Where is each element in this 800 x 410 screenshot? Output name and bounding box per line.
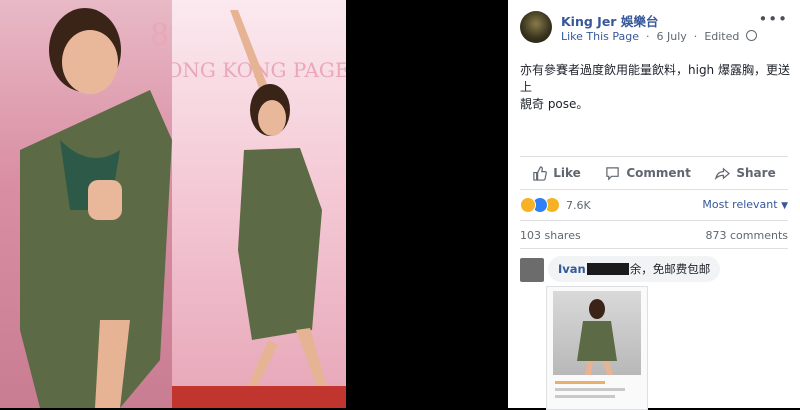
comment-label: Comment (626, 166, 691, 180)
woman-figure-right (230, 10, 330, 400)
like-label: Like (553, 166, 581, 180)
comment-bubble: Ivan 余，免邮费包邮 (548, 256, 721, 282)
post-date[interactable]: 6 July (657, 30, 687, 43)
commenter-avatar[interactable] (520, 258, 544, 282)
photo-black-area (346, 0, 508, 408)
thumbnail-photo (553, 291, 641, 375)
page-name-link[interactable]: King Jer 娛樂台 (561, 11, 658, 30)
comment-text: 余，免邮费包邮 (629, 262, 711, 276)
reaction-summary[interactable]: 7.6K (520, 196, 591, 214)
post-side-panel: King Jer 娛樂台 Like This Page · 6 July · E… (508, 0, 800, 410)
photo-right-panel: ONG KONG PAGE (172, 0, 346, 408)
woman-figure-left (20, 8, 172, 408)
thumbnail-text-line (555, 381, 605, 384)
thumbnail-text-line (555, 395, 615, 398)
share-icon (715, 167, 731, 180)
reaction-count: 7.6K (566, 198, 591, 212)
post-text: 亦有參賽者過度飲用能量飲料，high 爆露胸，更送上 靚奇 pose。 (520, 62, 792, 113)
post-text-content: 亦有參賽者過度飲用能量飲料，high 爆露胸，更送上 靚奇 pose。 (520, 63, 790, 111)
comment-image-thumbnail[interactable] (546, 286, 648, 410)
share-button[interactable]: Share (715, 166, 776, 181)
divider (520, 156, 788, 157)
comment-count-link[interactable]: 873 comments (706, 229, 788, 242)
more-options-icon[interactable]: ••• (758, 10, 788, 28)
share-count-link[interactable]: 103 shares (520, 229, 581, 242)
sort-label: Most relevant (702, 198, 778, 211)
redacted-block (586, 263, 629, 275)
caret-down-icon: ▼ (781, 201, 788, 211)
post-photo[interactable]: 8香港小姐 ONG KONG PAGE (0, 0, 508, 408)
haha-reaction-icon (520, 197, 536, 213)
globe-icon (745, 30, 757, 41)
post-meta: Like This Page · 6 July · Edited (561, 30, 757, 43)
divider (520, 220, 788, 221)
thumbs-up-icon (533, 165, 548, 181)
divider (520, 189, 788, 190)
comment-sort-dropdown[interactable]: Most relevant ▼ (702, 198, 788, 211)
thumbnail-figure (577, 299, 617, 375)
post-actions: Like Comment Share (520, 160, 788, 186)
red-carpet (172, 386, 346, 408)
like-page-link[interactable]: Like This Page (561, 30, 639, 43)
edited-label[interactable]: Edited (704, 30, 739, 43)
photo-left-panel: 8香港小姐 (0, 0, 172, 408)
divider (520, 248, 788, 249)
page-avatar[interactable] (520, 11, 552, 43)
like-button[interactable]: Like (532, 165, 581, 181)
thumbnail-text-line (555, 388, 625, 391)
share-label: Share (736, 166, 776, 180)
comment-icon (606, 166, 620, 181)
commenter-name[interactable]: Ivan (558, 262, 586, 276)
comment-button[interactable]: Comment (605, 166, 691, 181)
